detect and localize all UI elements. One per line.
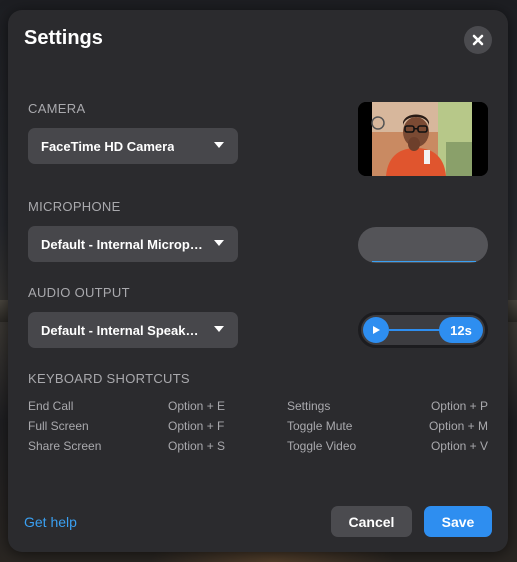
cancel-button[interactable]: Cancel	[331, 506, 412, 537]
save-button[interactable]: Save	[424, 506, 492, 537]
camera-select[interactable]: FaceTime HD Camera	[28, 128, 238, 164]
shortcut-keys: Option + P	[430, 399, 488, 413]
audio-test-duration: 12s	[439, 317, 483, 343]
chevron-down-icon	[214, 240, 224, 246]
shortcut-action: Toggle Video	[287, 439, 357, 453]
close-button[interactable]	[464, 26, 492, 54]
play-test-sound-button[interactable]	[363, 317, 389, 343]
shortcut-action: Share Screen	[28, 439, 102, 453]
microphone-level-meter	[358, 227, 488, 263]
play-icon	[373, 326, 380, 334]
audio-output-select-value: Default - Internal Speak…	[41, 322, 199, 338]
shortcut-action: End Call	[28, 399, 74, 413]
shortcut-keys: Option + M	[428, 419, 488, 433]
settings-dialog: Settings CAMERA FaceTime HD Camera MICRO…	[8, 10, 508, 552]
chevron-down-icon	[214, 142, 224, 148]
shortcuts-section-label: KEYBOARD SHORTCUTS	[28, 371, 190, 386]
audio-output-select[interactable]: Default - Internal Speak…	[28, 312, 238, 348]
audio-test-player: 12s	[358, 312, 488, 348]
camera-preview	[358, 102, 488, 176]
shortcut-action: Toggle Mute	[287, 419, 353, 433]
shortcut-keys: Option + S	[168, 439, 226, 453]
camera-preview-image	[358, 102, 488, 176]
shortcut-keys: Option + V	[430, 439, 488, 453]
shortcut-keys: Option + F	[168, 419, 225, 433]
dialog-title: Settings	[24, 27, 103, 49]
shortcut-action: Full Screen	[28, 419, 89, 433]
shortcut-action: Settings	[287, 399, 331, 413]
microphone-level-bar	[372, 261, 476, 262]
microphone-select[interactable]: Default - Internal Microp…	[28, 226, 238, 262]
audio-test-track	[389, 329, 445, 331]
microphone-section-label: MICROPHONE	[28, 199, 121, 214]
get-help-link[interactable]: Get help	[24, 514, 77, 530]
shortcut-keys: Option + E	[168, 399, 226, 413]
camera-select-value: FaceTime HD Camera	[41, 138, 175, 154]
camera-section-label: CAMERA	[28, 101, 86, 116]
chevron-down-icon	[214, 326, 224, 332]
audio-output-section-label: AUDIO OUTPUT	[28, 285, 130, 300]
close-icon	[472, 34, 484, 46]
microphone-select-value: Default - Internal Microp…	[41, 236, 203, 252]
